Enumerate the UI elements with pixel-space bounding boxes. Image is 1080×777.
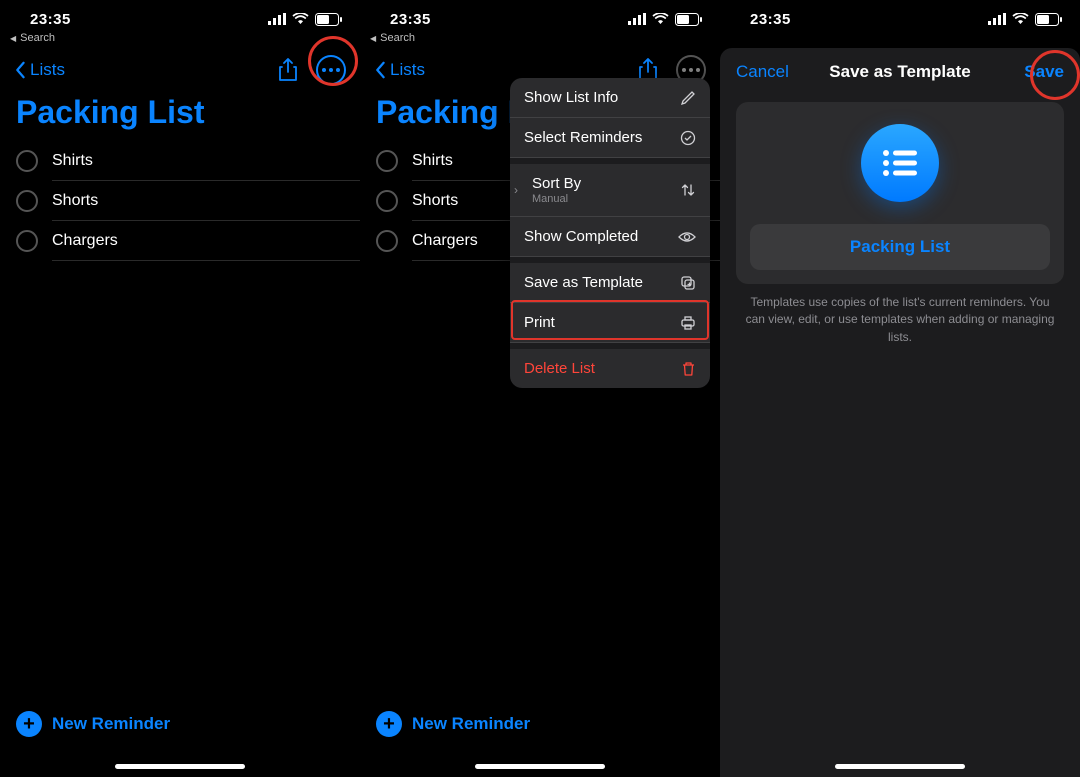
reminder-item[interactable]: Shorts	[16, 181, 360, 221]
printer-icon	[680, 315, 696, 331]
breadcrumb-back-to-app[interactable]: Search	[360, 30, 720, 50]
screen-3-save-template-modal: 23:35 Cancel Save as Template Save Packi…	[720, 0, 1080, 777]
nav-bar: Lists	[0, 50, 360, 90]
reminder-item[interactable]: Chargers	[16, 221, 360, 261]
share-button[interactable]	[278, 58, 298, 82]
home-indicator[interactable]	[835, 764, 965, 769]
template-description: Templates use copies of the list's curre…	[720, 284, 1080, 356]
eye-icon	[678, 231, 696, 243]
screen-2-context-menu: 23:35 Search Lists Packing List Shirts	[360, 0, 720, 777]
menu-sort-by[interactable]: › Sort By Manual	[510, 164, 710, 217]
sort-arrows-icon	[680, 182, 696, 198]
cancel-button[interactable]: Cancel	[736, 62, 789, 82]
modal-title: Save as Template	[829, 62, 970, 82]
cellular-icon	[268, 13, 286, 25]
template-preview-card: Packing List	[736, 102, 1064, 284]
list-context-menu: Show List Info Select Reminders › Sort B…	[510, 78, 710, 388]
ellipsis-icon	[322, 68, 340, 72]
menu-select-reminders[interactable]: Select Reminders	[510, 118, 710, 158]
status-time: 23:35	[390, 11, 431, 28]
nav-back-label: Lists	[30, 60, 65, 80]
template-name-input[interactable]: Packing List	[750, 224, 1050, 270]
breadcrumb-back-to-app[interactable]: Search	[0, 30, 360, 50]
wifi-icon	[652, 13, 669, 25]
pencil-icon	[680, 90, 696, 106]
save-button[interactable]: Save	[1024, 62, 1064, 82]
status-icons	[988, 13, 1062, 26]
trash-icon	[681, 361, 696, 377]
status-icons	[628, 13, 702, 26]
reminder-label: Chargers	[412, 232, 478, 250]
menu-delete-list[interactable]: Delete List	[510, 349, 710, 388]
save-template-sheet: Cancel Save as Template Save Packing Lis…	[720, 48, 1080, 777]
new-reminder-label: New Reminder	[52, 714, 170, 734]
menu-print[interactable]: Print	[510, 303, 710, 343]
nav-back-button[interactable]: Lists	[374, 60, 425, 80]
share-icon	[278, 58, 298, 82]
reminder-toggle[interactable]	[16, 190, 38, 212]
wifi-icon	[292, 13, 309, 25]
status-bar: 23:35	[0, 8, 360, 30]
new-reminder-button[interactable]: + New Reminder	[376, 711, 530, 737]
reminder-label: Chargers	[52, 232, 118, 250]
battery-icon	[675, 13, 702, 26]
menu-save-as-template[interactable]: Save as Template	[510, 263, 710, 303]
reminder-toggle[interactable]	[16, 230, 38, 252]
template-icon	[680, 275, 696, 291]
status-bar: 23:35	[720, 8, 1080, 30]
chevron-left-icon: ›	[514, 183, 518, 197]
reminder-item[interactable]: Shirts	[16, 141, 360, 181]
status-time: 23:35	[30, 11, 71, 28]
list-bullet-icon	[880, 147, 920, 179]
status-bar: 23:35	[360, 8, 720, 30]
reminder-toggle[interactable]	[376, 190, 398, 212]
plus-icon: +	[376, 711, 402, 737]
menu-show-completed[interactable]: Show Completed	[510, 217, 710, 257]
ellipsis-icon	[682, 68, 700, 72]
battery-icon	[1035, 13, 1062, 26]
reminder-toggle[interactable]	[376, 230, 398, 252]
reminder-label: Shorts	[412, 192, 458, 210]
plus-icon: +	[16, 711, 42, 737]
status-icons	[268, 13, 342, 26]
reminder-label: Shorts	[52, 192, 98, 210]
reminder-label: Shirts	[412, 152, 453, 170]
nav-back-label: Lists	[390, 60, 425, 80]
reminder-label: Shirts	[52, 152, 93, 170]
cellular-icon	[628, 13, 646, 25]
nav-back-button[interactable]: Lists	[14, 60, 65, 80]
wifi-icon	[1012, 13, 1029, 25]
status-time: 23:35	[750, 11, 791, 28]
sort-value: Manual	[532, 193, 581, 205]
modal-header: Cancel Save as Template Save	[720, 48, 1080, 96]
template-list-icon[interactable]	[861, 124, 939, 202]
battery-icon	[315, 13, 342, 26]
checkmark-circle-icon	[680, 130, 696, 146]
list-title: Packing List	[0, 90, 360, 141]
home-indicator[interactable]	[475, 764, 605, 769]
cellular-icon	[988, 13, 1006, 25]
new-reminder-label: New Reminder	[412, 714, 530, 734]
screen-1-list-view: 23:35 Search Lists Packing List Shirts	[0, 0, 360, 777]
menu-show-list-info[interactable]: Show List Info	[510, 78, 710, 118]
reminder-toggle[interactable]	[16, 150, 38, 172]
new-reminder-button[interactable]: + New Reminder	[16, 711, 170, 737]
reminders-list: Shirts Shorts Chargers	[0, 141, 360, 261]
more-button[interactable]	[316, 55, 346, 85]
home-indicator[interactable]	[115, 764, 245, 769]
reminder-toggle[interactable]	[376, 150, 398, 172]
